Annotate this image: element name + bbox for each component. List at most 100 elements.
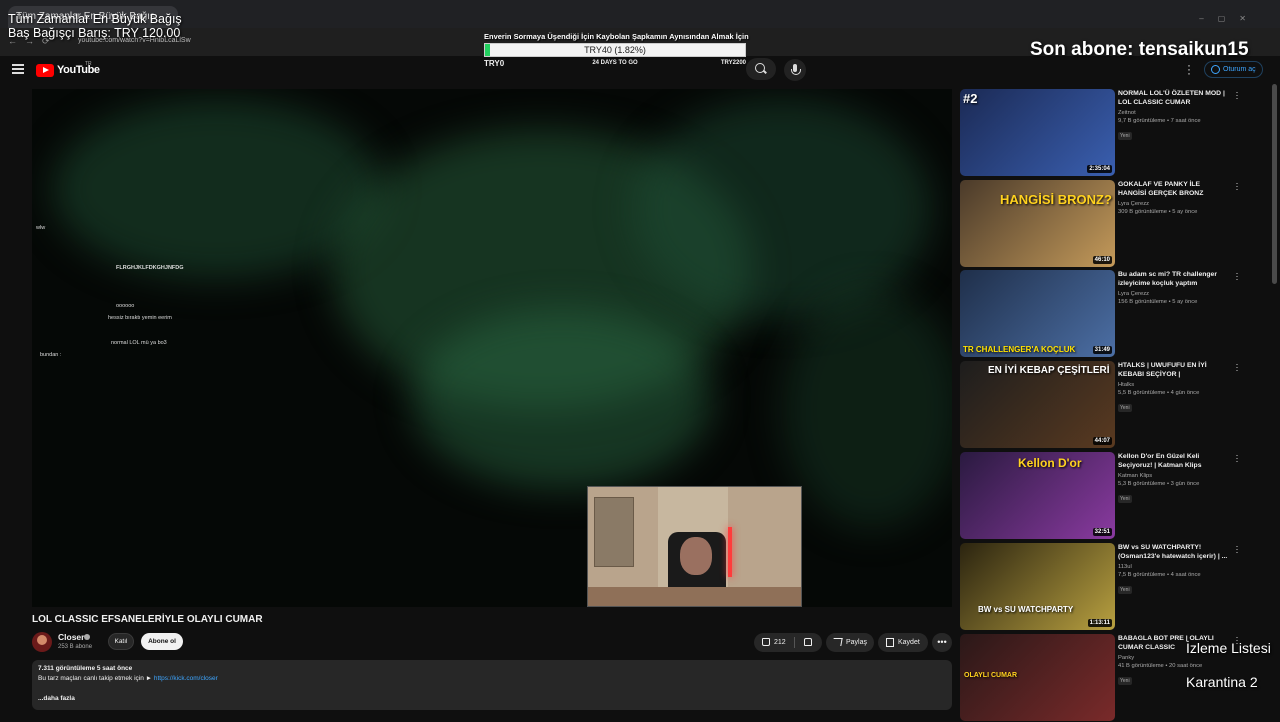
related-video-stats: 5,3 B görüntüleme • 3 gün önce: [1118, 481, 1200, 487]
related-video-title[interactable]: Bu adam sc mi? TR challenger izleyicime …: [1118, 270, 1230, 288]
new-badge: Yeni: [1118, 586, 1132, 594]
share-icon: [832, 638, 843, 646]
related-video-item[interactable]: #2 2:35:04 NORMAL LOL'Ü ÖZLETEN MOD | LOL …: [960, 88, 1245, 177]
description-text: Bu tarz maçları canlı takip etmek için ►…: [38, 675, 218, 682]
subscriber-count: 253 B abone: [58, 644, 93, 650]
related-video-title[interactable]: Kellon D'or En Güzel Keli Seçiyoruz! | K…: [1118, 452, 1230, 470]
related-video-channel[interactable]: Htalks: [1118, 382, 1230, 388]
dislike-icon[interactable]: [804, 638, 812, 646]
hamburger-menu-icon[interactable]: [12, 64, 24, 74]
account-icon: [1211, 65, 1220, 74]
scrollbar[interactable]: [1272, 84, 1277, 284]
webcam-light: [728, 527, 732, 577]
share-button[interactable]: Paylaş: [826, 633, 874, 652]
watchlist-item: Karantina 2: [1186, 674, 1258, 690]
video-duration: 31:49: [1092, 346, 1112, 354]
video-thumbnail[interactable]: EN İYİ KEBAP ÇEŞİTLERİ 44:07: [960, 361, 1115, 448]
video-duration: 44:07: [1092, 437, 1112, 445]
channel-avatar[interactable]: [32, 632, 52, 652]
video-duration: 2:35:04: [1087, 165, 1112, 173]
thumbnail-text: Kellon D'or: [1018, 456, 1082, 470]
webcam-desk: [588, 587, 801, 606]
show-more-link[interactable]: ...daha fazla: [38, 695, 75, 702]
description-prefix: Bu tarz maçları canlı takip etmek için ►: [38, 675, 154, 682]
smoke-cloud: [412, 309, 712, 489]
sign-in-label: Oturum aç: [1223, 66, 1256, 73]
thumbnail-text: OLAYLI CUMAR: [964, 672, 1018, 679]
like-icon[interactable]: [762, 638, 770, 646]
goal-target: TRY2200: [720, 60, 746, 66]
related-video-title[interactable]: BW vs SU WATCHPARTY! (Osman123'e hatewat…: [1118, 543, 1230, 561]
related-video-item[interactable]: EN İYİ KEBAP ÇEŞİTLERİ 44:07 HTALKS | UWUF…: [960, 360, 1245, 449]
description-link[interactable]: https://kick.com/closer: [154, 675, 218, 682]
video-thumbnail[interactable]: BW vs SU WATCHPARTY 1:13:11: [960, 543, 1115, 630]
youtube-play-icon: [36, 63, 54, 77]
related-video-channel[interactable]: Lyra Çerezz: [1118, 291, 1230, 297]
related-video-stats: 156 B görüntüleme • 5 ay önce: [1118, 299, 1198, 305]
related-video-item[interactable]: TR CHALLENGER'A KOÇLUK 31:49 Bu adam sc mi…: [960, 269, 1245, 358]
thumbnail-text: BW vs SU WATCHPARTY: [978, 605, 1074, 614]
video-menu-icon[interactable]: · · ·: [1235, 88, 1239, 103]
video-thumbnail[interactable]: Kellon D'or 32:51: [960, 452, 1115, 539]
save-button[interactable]: Kaydet: [878, 633, 928, 652]
video-thumbnail[interactable]: TR CHALLENGER'A KOÇLUK 31:49: [960, 270, 1115, 357]
related-video-item[interactable]: HANGİSİ BRONZ? 46:10 GOKALAF VE PANKY İLE …: [960, 179, 1245, 268]
chat-message: oooooo: [116, 303, 135, 309]
video-title: LOL CLASSIC EFSANELERİYLE OLAYLI CUMAR: [32, 614, 263, 625]
video-duration: 46:10: [1092, 256, 1112, 264]
related-video-title[interactable]: GOKALAF VE PANKY İLE HANGİSİ GERÇEK BRON…: [1118, 180, 1230, 198]
chat-message: FLRGHJKLFDKGHJNFDG: [116, 265, 184, 271]
window-controls[interactable]: –▢✕: [1199, 14, 1260, 23]
thumbnail-text: HANGİSİ BRONZ?: [1000, 192, 1112, 207]
subscribe-button[interactable]: Abone ol: [141, 633, 183, 650]
video-meta: GOKALAF VE PANKY İLE HANGİSİ GERÇEK BRON…: [1118, 180, 1230, 215]
like-count: 212: [774, 639, 786, 646]
new-badge: Yeni: [1118, 495, 1132, 503]
video-menu-icon[interactable]: · · ·: [1235, 269, 1239, 284]
donation-goal-row: TRY0 24 DAYS TO GO TRY2200: [484, 59, 746, 71]
video-duration: 32:51: [1092, 528, 1112, 536]
goal-days: 24 DAYS TO GO: [592, 60, 638, 66]
chat-message: bundan :: [40, 352, 62, 358]
smoke-cloud: [632, 99, 932, 319]
related-video-item[interactable]: BW vs SU WATCHPARTY 1:13:11 BW vs SU WATCH…: [960, 542, 1245, 631]
join-button[interactable]: Katıl: [108, 633, 134, 650]
sign-in-button[interactable]: Oturum aç: [1204, 61, 1263, 78]
settings-menu-icon[interactable]: · · ·: [1186, 59, 1192, 79]
description-box[interactable]: [32, 660, 952, 710]
share-label: Paylaş: [846, 639, 868, 646]
webcam-overlay: [587, 486, 802, 607]
related-video-title[interactable]: NORMAL LOL'Ü ÖZLETEN MOD | LOL CLASSIC C…: [1118, 89, 1230, 107]
video-player[interactable]: [32, 89, 952, 607]
video-thumbnail[interactable]: #2 2:35:04: [960, 89, 1115, 176]
video-menu-icon[interactable]: · · ·: [1235, 360, 1239, 375]
microphone-icon[interactable]: [784, 59, 806, 81]
thumbnail-text: TR CHALLENGER'A KOÇLUK: [963, 345, 1076, 354]
like-dislike-group[interactable]: 212: [754, 633, 822, 652]
more-actions-button[interactable]: •••: [932, 633, 952, 652]
related-video-item[interactable]: Kellon D'or 32:51 Kellon D'or En Güzel Kel…: [960, 451, 1245, 540]
related-video-channel[interactable]: Lyra Çerezz: [1118, 201, 1230, 207]
channel-name[interactable]: Closer: [58, 632, 84, 642]
video-thumbnail[interactable]: HANGİSİ BRONZ? 46:10: [960, 180, 1115, 267]
related-video-title[interactable]: HTALKS | UWUFUFU EN İYİ KEBABI SEÇİYOR |…: [1118, 361, 1230, 379]
search-icon[interactable]: [746, 58, 776, 80]
video-menu-icon[interactable]: · · ·: [1235, 542, 1239, 557]
related-video-channel[interactable]: Zeitnot: [1118, 110, 1230, 116]
video-menu-icon[interactable]: · · ·: [1235, 179, 1239, 194]
video-menu-icon[interactable]: · · ·: [1235, 451, 1239, 466]
video-thumbnail[interactable]: OLAYLI CUMAR: [960, 634, 1115, 721]
related-video-stats: 41 B görüntüleme • 20 saat önce: [1118, 663, 1203, 669]
save-icon: [886, 638, 894, 647]
logo-text: YouTube: [57, 64, 100, 76]
save-label: Kaydet: [898, 639, 920, 646]
related-video-channel[interactable]: 113ul: [1118, 564, 1230, 570]
top-donor-overlay: Tüm Zamanlar En Büyük Bağış Baş Bağışçı …: [8, 12, 182, 40]
related-video-stats: 9,7 B görüntüleme • 7 saat önce: [1118, 118, 1201, 124]
video-meta: Bu adam sc mi? TR challenger izleyicime …: [1118, 270, 1230, 305]
related-video-channel[interactable]: Katman Klips: [1118, 473, 1230, 479]
thumbnail-text: EN İYİ KEBAP ÇEŞİTLERİ: [988, 365, 1110, 376]
related-video-stats: 309 B görüntüleme • 5 ay önce: [1118, 209, 1198, 215]
webcam-shelf: [594, 497, 634, 567]
video-meta: NORMAL LOL'Ü ÖZLETEN MOD | LOL CLASSIC C…: [1118, 89, 1230, 142]
